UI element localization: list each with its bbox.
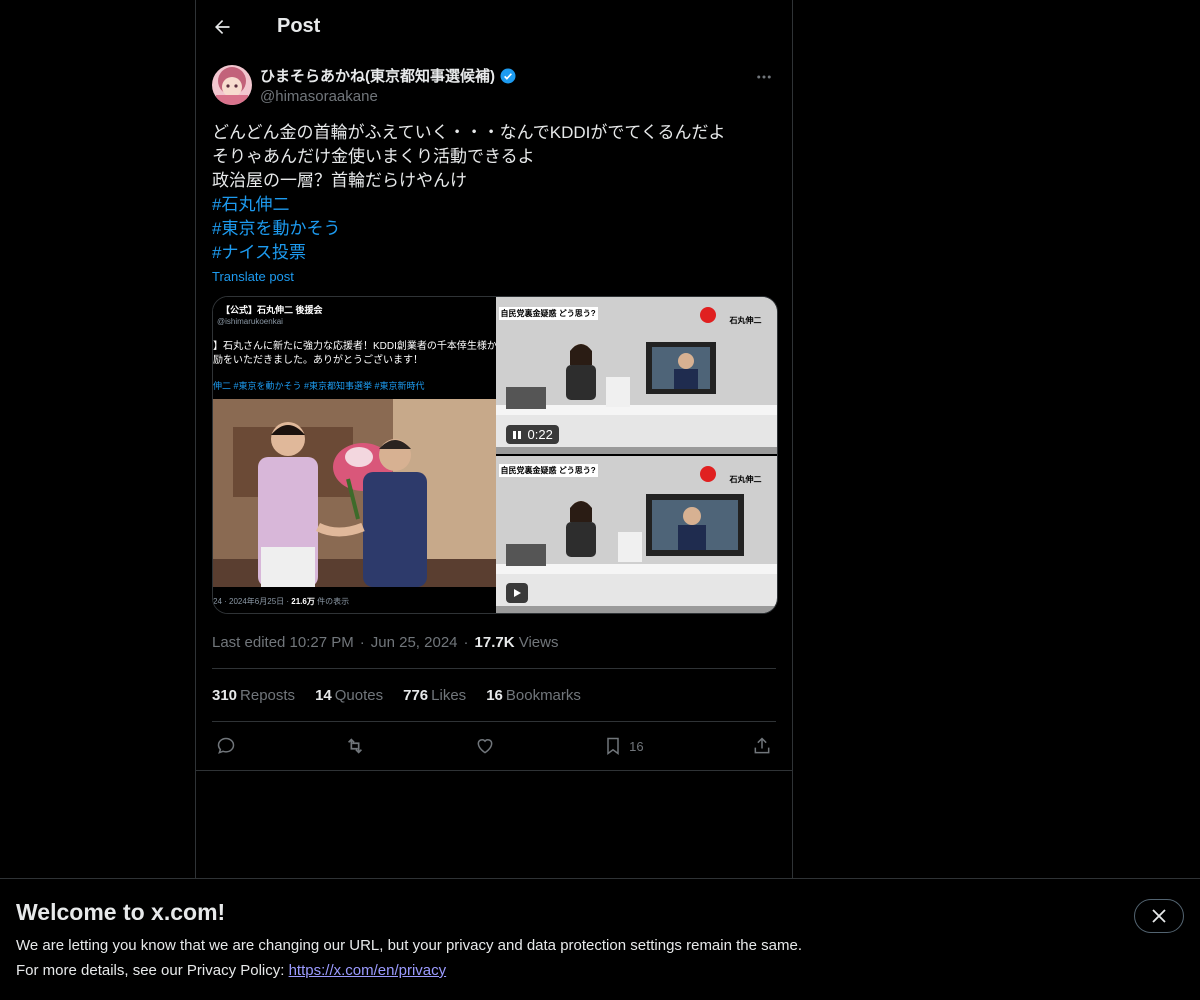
bookmarks-label: Bookmarks	[505, 686, 581, 704]
video-play-badge[interactable]	[505, 583, 528, 603]
quotes-label: Quotes	[334, 686, 384, 704]
post-text-line: そりゃあんだけ金使いまくり活動できるよ	[212, 147, 535, 166]
views-count-group: 17.7K Views	[475, 634, 559, 651]
reply-button[interactable]	[216, 736, 236, 756]
meta-separator: ·	[359, 633, 365, 651]
media-left-footer: 24 · 2024年6月25日 · 21.6万 件の表示	[213, 596, 349, 607]
more-options-button[interactable]	[752, 65, 776, 89]
translate-post-link[interactable]: Translate post	[212, 269, 776, 284]
media-left-footer-views: 21.6万	[291, 597, 315, 606]
video-caption: 自民党裏金疑惑 どう思う?	[498, 464, 598, 477]
post: ひまそらあかね(東京都知事選候補) @himasoraakane どんどん金の首…	[196, 65, 792, 771]
bookmarks-stat[interactable]: 16 Bookmarks	[486, 687, 581, 704]
heart-icon	[477, 739, 493, 754]
views-label: Views	[518, 633, 559, 651]
banner-close-button[interactable]	[1134, 899, 1184, 933]
repost-button[interactable]	[344, 735, 366, 757]
author-display-name: ひまそらあかね(東京都知事選候補)	[260, 68, 495, 85]
page-title: Post	[277, 15, 321, 37]
share-button[interactable]	[752, 736, 772, 756]
video-name-label: 石丸伸二	[729, 316, 762, 325]
post-actions: 16	[212, 722, 776, 770]
post-text-line: 政治屋の一層？首輪だらけやんけ	[212, 171, 467, 190]
hashtag-link[interactable]: #ナイス投票	[212, 241, 776, 265]
post-media: 【公式】石丸伸二 後援会 @ishimarukoenkai 】石丸さんに新たに強…	[212, 296, 778, 614]
video-name-label: 石丸伸二	[729, 475, 762, 484]
media-image[interactable]: 【公式】石丸伸二 後援会 @ishimarukoenkai 】石丸さんに新たに強…	[213, 297, 497, 613]
repost-icon	[348, 738, 363, 754]
more-dots-icon	[757, 75, 771, 79]
likes-count: 776	[403, 686, 429, 704]
play-icon	[513, 589, 521, 597]
media-left-tags: 伸二 #東京を動かそう #東京都知事選挙 #東京新時代	[213, 381, 425, 391]
url-change-banner: Welcome to x.com! We are letting you kno…	[0, 878, 1200, 1000]
video-time: 0:22	[527, 427, 553, 442]
reposts-label: Reposts	[240, 686, 296, 704]
bookmark-count: 16	[629, 738, 644, 754]
author-names: ひまそらあかね(東京都知事選候補) @himasoraakane	[260, 65, 517, 105]
like-button[interactable]	[475, 736, 495, 756]
meta-separator: ·	[463, 633, 469, 651]
banner-title: Welcome to x.com!	[16, 899, 226, 925]
video-player[interactable]: 自民党裏金疑惑 どう思う? 石丸伸二	[495, 456, 777, 613]
media-left-text: 励をいただきました。ありがとうございます！	[213, 355, 423, 366]
media-left-handle: @ishimarukoenkai	[217, 317, 283, 326]
banner-message: We are letting you know that we are chan…	[16, 937, 802, 954]
bookmarks-count: 16	[486, 686, 503, 704]
pause-icon	[512, 430, 521, 439]
quotes-count: 14	[315, 686, 332, 704]
reposts-stat[interactable]: 310 Reposts	[212, 687, 295, 704]
post-divider	[196, 770, 792, 771]
reposts-count: 310	[212, 686, 238, 704]
media-left-footer-date: 24 · 2024年6月25日 ·	[213, 597, 290, 606]
likes-label: Likes	[431, 686, 467, 704]
post-text: どんどん金の首輪がふえていく・・・なんでKDDIがでてくるんだよ そりゃあんだけ…	[212, 121, 776, 265]
back-button[interactable]	[204, 9, 240, 45]
media-left-title: 【公式】石丸伸二 後援会	[221, 305, 323, 315]
post-date[interactable]: Jun 25, 2024	[371, 634, 458, 651]
reply-icon	[217, 737, 235, 754]
privacy-policy-link[interactable]: https://x.com/en/privacy	[289, 962, 447, 979]
share-icon	[754, 737, 770, 754]
post-text-line: どんどん金の首輪がふえていく・・・なんでKDDIがでてくるんだよ	[212, 123, 726, 142]
bookmark-icon	[607, 737, 619, 755]
media-videos: 自民党裏金疑惑 どう思う? 石丸伸二 0:22 自民党裏金疑惑 どう思う? 石丸…	[495, 297, 777, 613]
post-meta: Last edited 10:27 PM · Jun 25, 2024 · 17…	[212, 632, 776, 652]
author-row: ひまそらあかね(東京都知事選候補) @himasoraakane	[212, 65, 776, 105]
views-count: 17.7K	[474, 633, 515, 651]
banner-details-prefix: For more details, see our Privacy Policy…	[16, 962, 289, 979]
page-header: Post	[196, 0, 792, 53]
author-handle[interactable]: @himasoraakane	[260, 88, 517, 105]
verified-badge-icon	[500, 68, 516, 83]
avatar[interactable]	[212, 65, 252, 105]
media-left-text: 】石丸さんに新たに強力な応援者！KDDI創業者の千本倖生様か	[213, 341, 497, 352]
bookmark-button[interactable]: 16	[603, 736, 644, 756]
media-left-footer-suffix: 件の表示	[317, 597, 350, 606]
video-player[interactable]: 自民党裏金疑惑 どう思う? 石丸伸二 0:22	[495, 297, 777, 454]
hashtag-link[interactable]: #石丸伸二	[212, 193, 776, 217]
post-stats: 310 Reposts 14 Quotes 776 Likes 16 Bookmarks	[212, 668, 776, 722]
video-caption: 自民党裏金疑惑 どう思う?	[498, 307, 598, 320]
main-column: Post ひまそらあかね(東京都知事選候補) @himasoraakane どん…	[195, 0, 793, 1000]
banner-details: For more details, see our Privacy Policy…	[16, 962, 446, 979]
likes-stat[interactable]: 776 Likes	[403, 687, 466, 704]
arrow-left-icon	[215, 19, 230, 34]
hashtag-link[interactable]: #東京を動かそう	[212, 217, 776, 241]
video-time-badge[interactable]: 0:22	[505, 425, 559, 444]
close-icon	[1152, 909, 1166, 923]
author-display-name-row[interactable]: ひまそらあかね(東京都知事選候補)	[260, 65, 517, 86]
quotes-stat[interactable]: 14 Quotes	[315, 687, 383, 704]
edited-time[interactable]: Last edited 10:27 PM	[212, 634, 354, 651]
